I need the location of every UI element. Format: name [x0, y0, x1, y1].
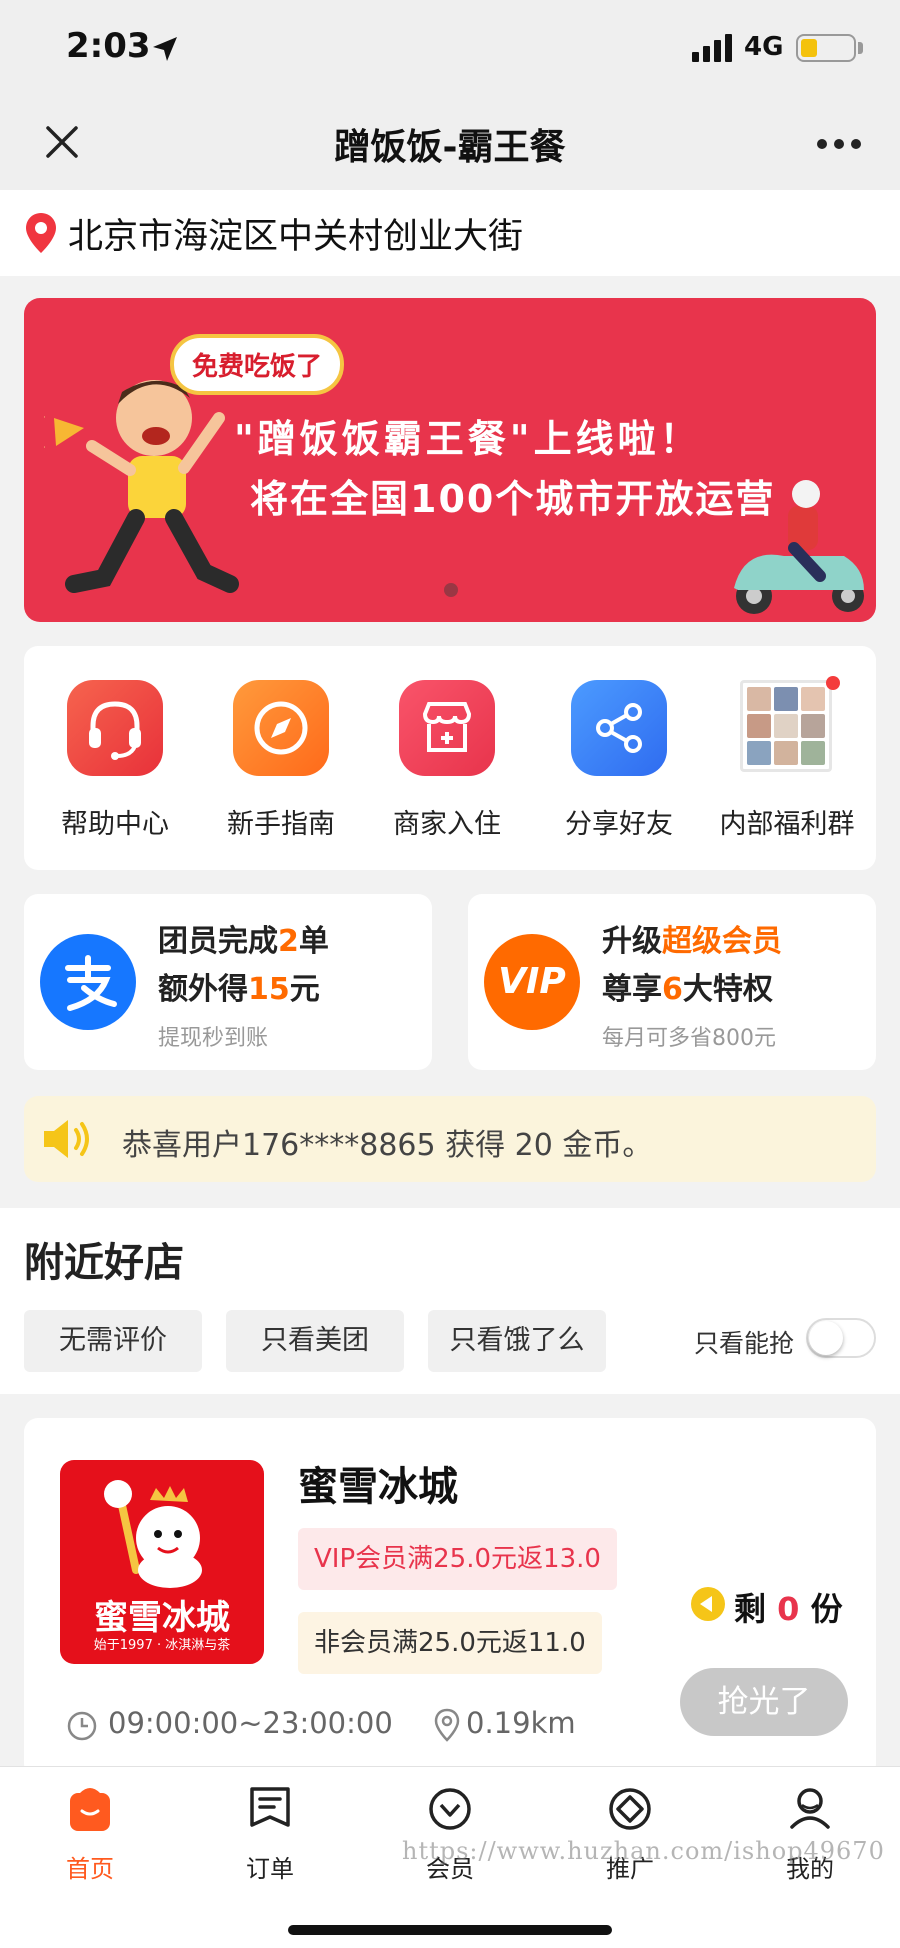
- grab-button[interactable]: 抢光了: [680, 1668, 848, 1736]
- group-photo-icon: [740, 680, 832, 772]
- notice-bar: 恭喜用户176****8865 获得 20 金币。: [24, 1096, 876, 1182]
- available-only-toggle[interactable]: [806, 1318, 876, 1358]
- delivery-scooter-illustration: [734, 480, 864, 614]
- status-time: 2:03: [66, 26, 151, 66]
- speaker-icon: [44, 1120, 89, 1158]
- unread-dot: [826, 676, 840, 690]
- map-pin-icon: [26, 213, 56, 253]
- page-title: 蹭饭饭-霸王餐: [334, 127, 566, 168]
- section-title: 附近好店: [24, 1240, 184, 1286]
- shop-distance: 0.19km: [466, 1706, 576, 1740]
- quick-share[interactable]: 分享好友: [544, 680, 694, 860]
- tab-label: 首页: [66, 1855, 114, 1883]
- nearby-section: 附近好店 无需评价 只看美团 只看饿了么 只看能抢: [0, 1208, 900, 1394]
- more-icon[interactable]: [816, 138, 862, 150]
- home-icon: [70, 1788, 110, 1831]
- clock-icon: [67, 1711, 97, 1741]
- banner-tag: 免费吃饭了: [170, 334, 345, 395]
- alipay-icon: [40, 934, 136, 1030]
- quick-menu: 帮助中心 新手指南 商家入住 分享好友 内部福利群: [24, 646, 876, 870]
- tab-label: 订单: [246, 1855, 294, 1883]
- quick-label: 帮助中心: [61, 809, 169, 840]
- quick-merchant-join[interactable]: 商家入住: [372, 680, 522, 860]
- quick-label: 新手指南: [227, 809, 335, 840]
- filter-no-review[interactable]: 无需评价: [24, 1310, 202, 1372]
- shop-logo: 蜜雪冰城 始于1997 · 冰淇淋与茶: [60, 1460, 264, 1664]
- bottom-tab-bar: 首页 订单 会员 推广 我的 https://www.huzhan.com/is…: [0, 1766, 900, 1948]
- promo-line1: 升级超级会员: [602, 924, 782, 959]
- promo-subtext: 提现秒到账: [158, 1026, 269, 1051]
- promo-card-vip[interactable]: VIP 升级超级会员 尊享6大特权 每月可多省800元: [468, 894, 876, 1070]
- promo-card-team[interactable]: 团员完成2单 额外得15元 提现秒到账: [24, 894, 432, 1070]
- filter-eleme[interactable]: 只看饿了么: [428, 1310, 606, 1372]
- quick-label: 内部福利群: [719, 809, 855, 840]
- promo-line1: 团员完成2单: [158, 924, 329, 959]
- share-icon: [571, 680, 667, 776]
- watermark-text: https://www.huzhan.com/ishop49670: [402, 1837, 885, 1865]
- remaining-count: 剩 0 份: [734, 1590, 843, 1628]
- non-member-offer-badge: 非会员满25.0元返11.0: [298, 1612, 602, 1674]
- promo-banner[interactable]: 免费吃饭了 "蹭饭饭霸王餐"上线啦！ 将在全国100个城市开放运营: [24, 298, 876, 622]
- profile-icon: [790, 1788, 830, 1829]
- banner-headline: "蹭饭饭霸王餐"上线啦！: [234, 417, 702, 461]
- quick-guide[interactable]: 新手指南: [206, 680, 356, 860]
- order-icon: [250, 1787, 290, 1827]
- promote-icon: [609, 1788, 651, 1830]
- shop-card[interactable]: 蜜雪冰城 始于1997 · 冰淇淋与茶 蜜雪冰城 VIP会员满25.0元返13.…: [24, 1418, 876, 1778]
- network-label: 4G: [744, 32, 784, 62]
- quick-help-center[interactable]: 帮助中心: [40, 680, 190, 860]
- carousel-dot[interactable]: [444, 583, 458, 597]
- quick-welfare-group[interactable]: 内部福利群: [712, 676, 862, 860]
- promo-line2: 额外得15元: [158, 972, 320, 1007]
- banner-subline: 将在全国100个城市开放运营: [250, 477, 776, 521]
- coin-icon: [691, 1587, 725, 1621]
- tab-home[interactable]: 首页: [30, 1785, 150, 1895]
- promo-subtext: 每月可多省800元: [602, 1026, 776, 1051]
- shop-name: 蜜雪冰城: [298, 1464, 458, 1510]
- quick-label: 分享好友: [565, 809, 673, 840]
- shop-icon: [399, 680, 495, 776]
- business-hours: 09:00:00~23:00:00: [108, 1706, 393, 1740]
- status-bar: 2:03 4G: [0, 0, 900, 100]
- location-address: 北京市海淀区中关村创业大街: [68, 217, 524, 257]
- tab-orders[interactable]: 订单: [210, 1785, 330, 1895]
- notice-text: 恭喜用户176****8865 获得 20 金币。: [122, 1128, 653, 1163]
- cheering-man-illustration: [44, 380, 239, 593]
- nav-bar: 蹭饭饭-霸王餐: [0, 100, 900, 190]
- vip-icon: VIP: [484, 934, 580, 1030]
- quick-label: 商家入住: [393, 809, 501, 840]
- toggle-label: 只看能抢: [694, 1329, 795, 1358]
- compass-icon: [233, 680, 329, 776]
- logo-text: 蜜雪冰城: [94, 1598, 230, 1638]
- location-bar[interactable]: 北京市海淀区中关村创业大街: [0, 190, 900, 276]
- signal-icon: [692, 34, 732, 62]
- logo-subtext: 始于1997 · 冰淇淋与茶: [93, 1638, 231, 1653]
- filter-meituan[interactable]: 只看美团: [226, 1310, 404, 1372]
- headset-icon: [67, 680, 163, 776]
- home-indicator[interactable]: [288, 1925, 612, 1935]
- distance-pin-icon: [434, 1708, 460, 1742]
- member-icon: [429, 1788, 471, 1830]
- promo-line2: 尊享6大特权: [602, 972, 773, 1007]
- location-arrow-icon: [153, 37, 177, 61]
- vip-offer-badge: VIP会员满25.0元返13.0: [298, 1528, 617, 1590]
- battery-icon: [796, 34, 856, 62]
